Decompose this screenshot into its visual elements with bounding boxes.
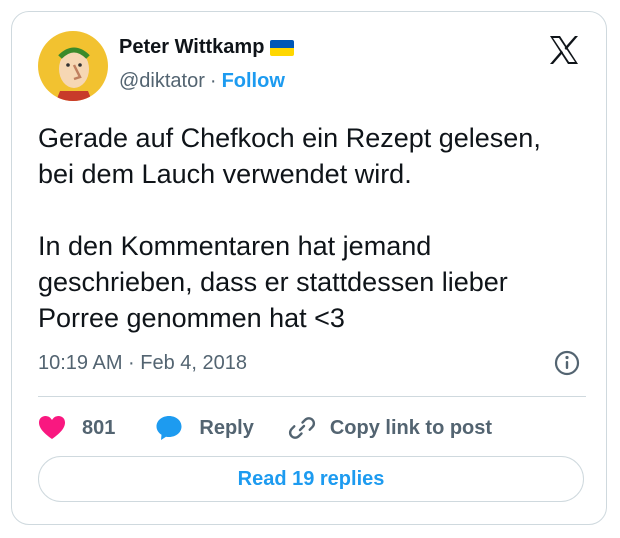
tweet-text: Gerade auf Chefkoch ein Rezept gelesen, … [38, 120, 598, 336]
tweet-line: Gerade auf Chefkoch ein Rezept gelesen, [38, 123, 541, 153]
speech-bubble-icon [155, 414, 183, 442]
like-count: 801 [82, 416, 116, 439]
tweet-card: Peter Wittkamp @diktator · Follow Gerade… [11, 11, 607, 525]
ukraine-flag-icon [270, 39, 295, 56]
copy-link-label: Copy link to post [329, 416, 493, 439]
info-icon[interactable] [553, 349, 581, 377]
tweet-line: Porree genommen hat <3 [38, 303, 345, 333]
tweet-line: In den Kommentaren hat jemand [38, 231, 432, 261]
action-bar: 801 Reply Copy link to post [38, 408, 492, 448]
avatar[interactable] [38, 31, 108, 101]
like-button[interactable]: 801 [38, 415, 115, 441]
author-name[interactable]: Peter Wittkamp [119, 36, 264, 59]
author-name-row: Peter Wittkamp [119, 36, 295, 59]
heart-icon [38, 415, 66, 441]
author-handle-row: @diktator · Follow [119, 70, 285, 93]
author-handle[interactable]: @diktator [119, 70, 205, 93]
separator-dot: · [209, 70, 217, 92]
tweet-line: geschrieben, dass er stattdessen lieber [38, 267, 508, 297]
copy-link-button[interactable]: Copy link to post [288, 414, 492, 442]
x-logo-icon[interactable] [548, 34, 580, 66]
reply-label: Reply [199, 416, 254, 439]
follow-button[interactable]: Follow [222, 70, 285, 93]
tweet-timestamp[interactable]: 10:19 AM · Feb 4, 2018 [38, 352, 247, 375]
link-icon [288, 414, 316, 442]
reply-button[interactable]: Reply [155, 414, 254, 442]
read-replies-button[interactable]: Read 19 replies [38, 456, 584, 502]
divider [38, 396, 586, 397]
tweet-line: bei dem Lauch verwendet wird. [38, 159, 412, 189]
